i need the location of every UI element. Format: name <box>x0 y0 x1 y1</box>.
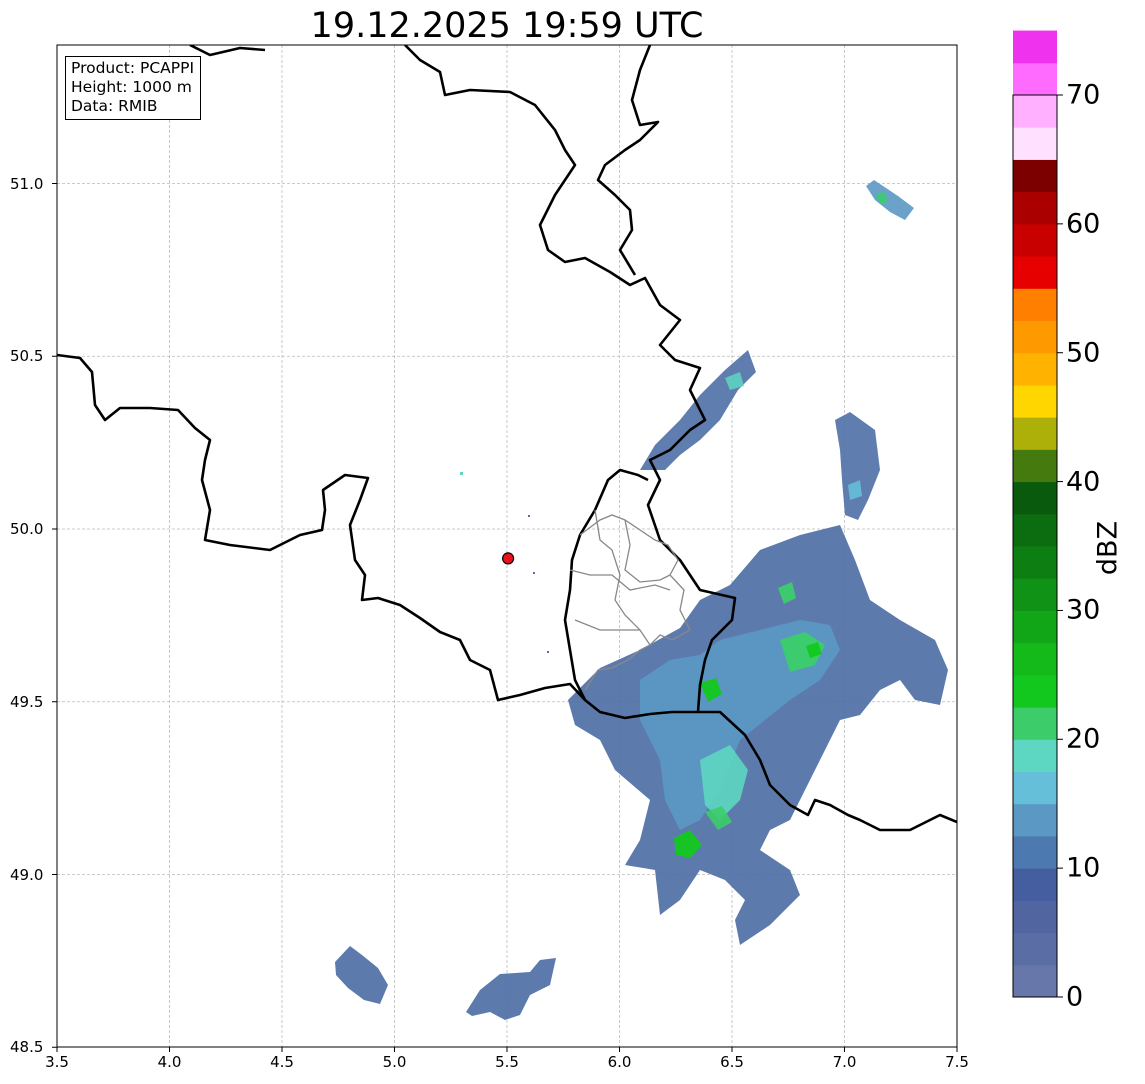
colorbar-segment <box>1013 900 1057 934</box>
colorbar-segment <box>1013 932 1057 966</box>
echo-speck <box>460 472 463 475</box>
colorbar-segment <box>1013 223 1057 257</box>
y-tick-label: 49.5 <box>10 692 44 711</box>
y-tick-label: 50.0 <box>10 520 44 538</box>
colorbar-segment <box>1013 546 1057 579</box>
colorbar-segment <box>1013 707 1057 740</box>
colorbar-label: dBZ <box>1092 520 1124 576</box>
data-source-label: Data: RMIB <box>71 97 158 115</box>
echo-speck <box>528 515 530 517</box>
x-tick-label: 5.5 <box>495 1053 519 1071</box>
y-tick-label: 51.0 <box>10 174 44 193</box>
colorbar-segment <box>1013 256 1057 289</box>
x-tick-label: 7.5 <box>945 1053 969 1071</box>
colorbar-segment <box>1013 835 1057 869</box>
colorbar-segment <box>1013 30 1057 64</box>
colorbar-tick-label: 10 <box>1066 852 1101 884</box>
x-tick-label: 7.0 <box>832 1053 857 1071</box>
product-label: Product: PCAPPI <box>71 59 195 77</box>
height-label: Height: 1000 m <box>71 78 192 96</box>
colorbar-segment <box>1013 481 1057 515</box>
colorbar-segment <box>1013 642 1057 676</box>
y-tick-label: 49.0 <box>10 865 44 884</box>
x-tick-label: 6.5 <box>720 1053 744 1071</box>
radar-map <box>52 30 1063 1052</box>
colorbar-segment <box>1013 964 1057 998</box>
colorbar-segment <box>1013 803 1057 837</box>
colorbar-segment <box>1013 771 1057 805</box>
colorbar-segment <box>1013 417 1057 450</box>
y-tick-label: 48.5 <box>10 1038 44 1057</box>
colorbar-segment <box>1013 191 1057 225</box>
y-axis-ticks <box>52 183 57 1048</box>
colorbar-segment <box>1013 578 1057 611</box>
x-axis-ticks <box>56 1047 958 1052</box>
x-tick-label: 3.5 <box>45 1053 69 1071</box>
colorbar-segment <box>1013 868 1057 901</box>
x-tick-label: 5.0 <box>382 1053 407 1071</box>
colorbar-segment <box>1013 320 1057 354</box>
colorbar-segment <box>1013 610 1057 644</box>
echo-speck <box>547 651 549 653</box>
colorbar-tick-label: 20 <box>1066 723 1101 755</box>
product-info-box: Product: PCAPPI Height: 1000 m Data: RMI… <box>65 56 202 120</box>
colorbar-segment <box>1013 95 1057 128</box>
colorbar-segment <box>1013 62 1057 96</box>
colorbar-tick-label: 0 <box>1066 981 1084 1013</box>
colorbar-tick-label: 40 <box>1066 466 1101 498</box>
colorbar <box>1013 30 1063 998</box>
colorbar-segment <box>1013 674 1057 708</box>
colorbar-segment <box>1013 159 1057 193</box>
y-tick-label: 50.5 <box>10 347 44 366</box>
colorbar-segment <box>1013 739 1057 772</box>
colorbar-tick-label: 30 <box>1066 594 1101 626</box>
colorbar-tick-label: 60 <box>1066 208 1101 240</box>
colorbar-segment <box>1013 384 1057 418</box>
colorbar-segment <box>1013 449 1057 483</box>
colorbar-tick-label: 50 <box>1066 337 1101 369</box>
echo-speck <box>533 572 535 574</box>
colorbar-segment <box>1013 127 1057 160</box>
x-tick-label: 4.0 <box>157 1053 182 1071</box>
x-tick-label: 6.0 <box>607 1053 632 1071</box>
radar-site-marker[interactable] <box>502 552 515 565</box>
colorbar-segment <box>1013 513 1057 547</box>
colorbar-tick-label: 70 <box>1066 79 1101 111</box>
x-tick-label: 4.5 <box>270 1053 294 1071</box>
colorbar-segment <box>1013 352 1057 386</box>
colorbar-segment <box>1013 288 1057 321</box>
